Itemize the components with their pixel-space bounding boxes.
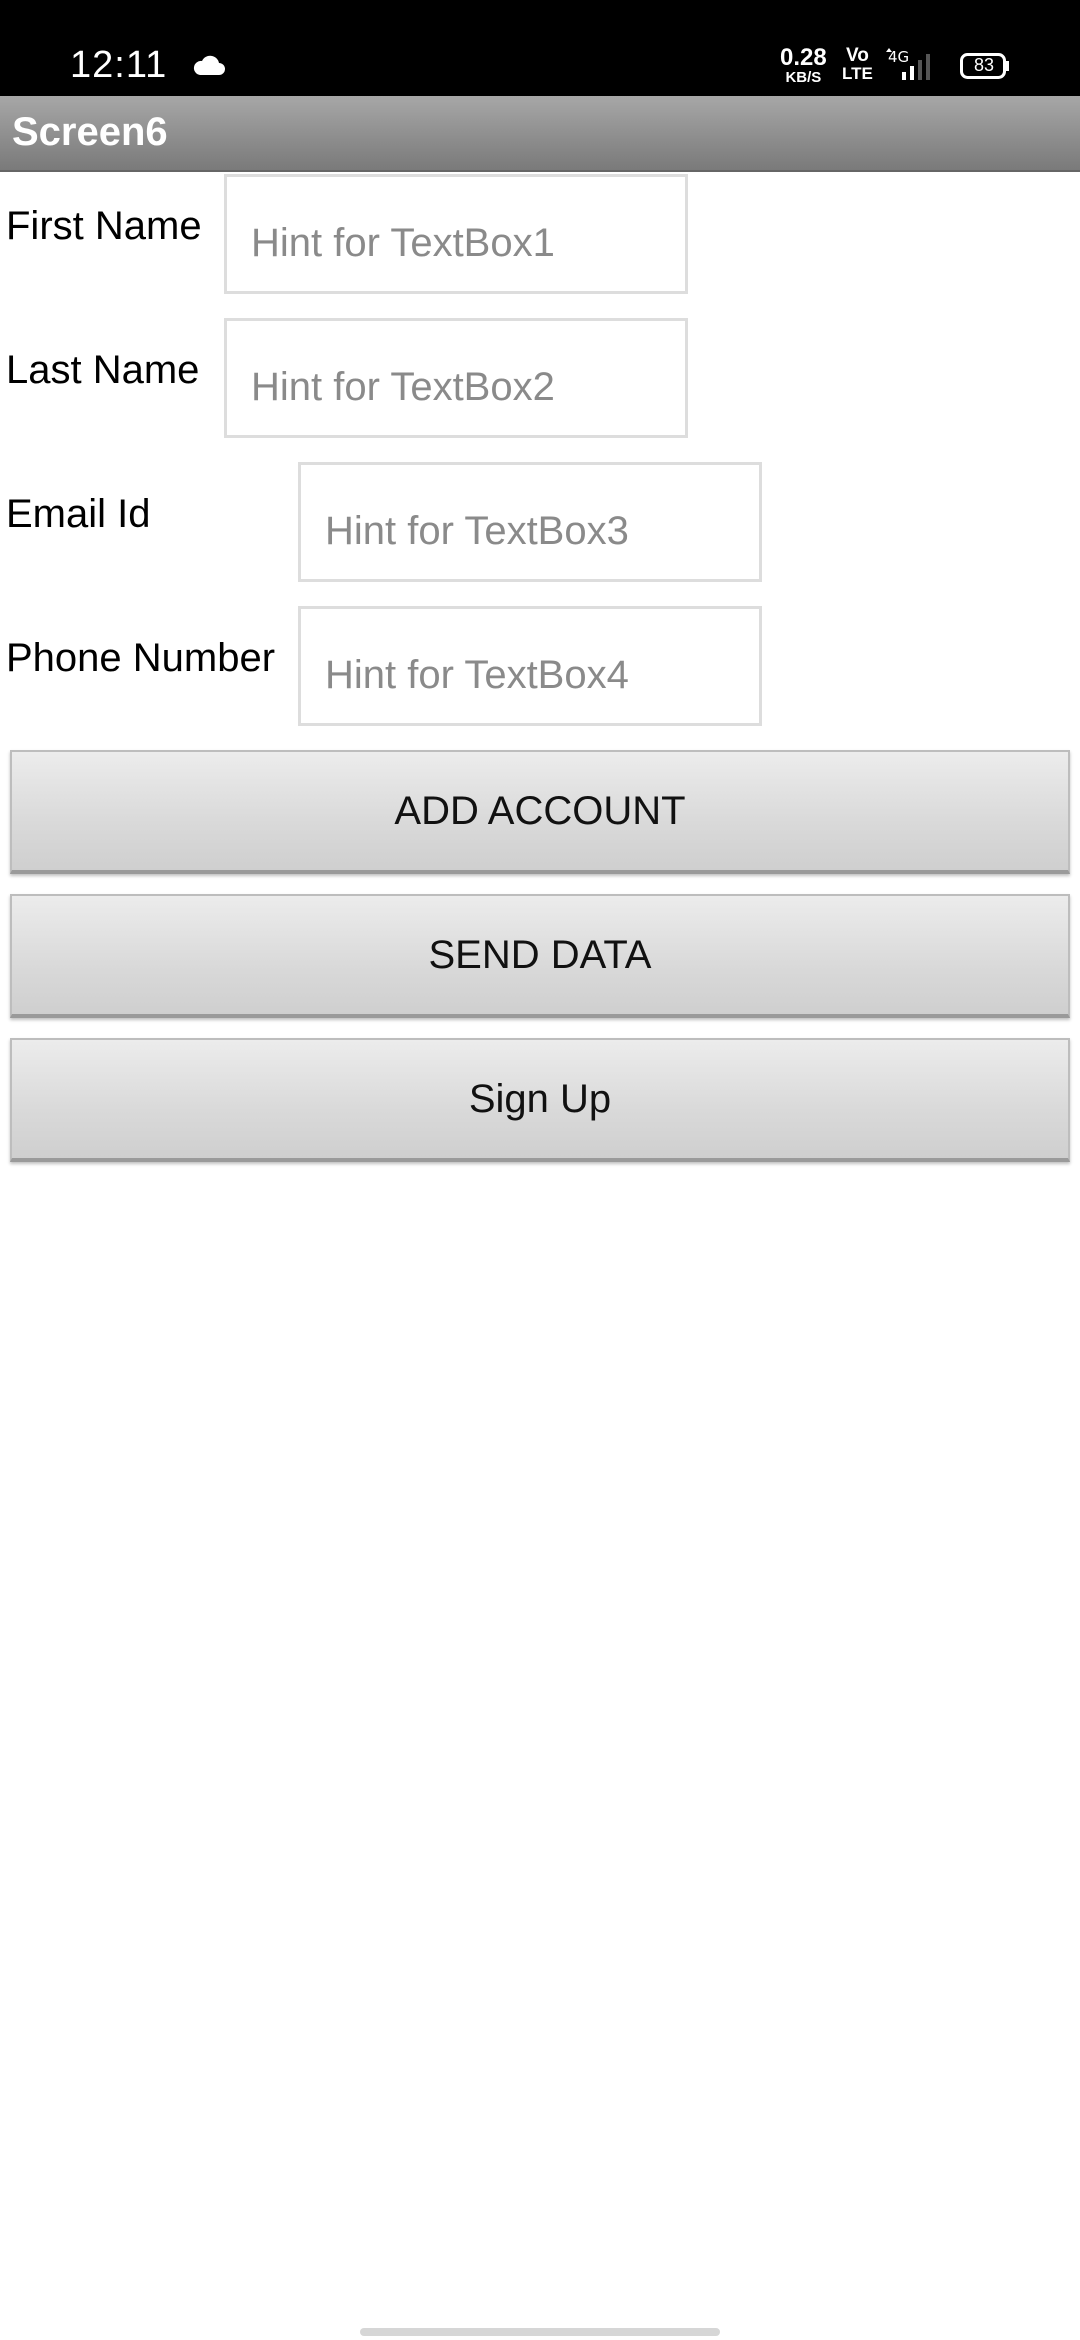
battery-level: 83 xyxy=(973,55,995,75)
first-name-label: First Name xyxy=(6,204,202,248)
phone-number-field[interactable] xyxy=(298,606,762,726)
screen-title: Screen6 xyxy=(12,110,168,154)
last-name-label: Last Name xyxy=(6,348,200,392)
network-speed-unit: KB/S xyxy=(785,69,822,86)
last-name-field[interactable] xyxy=(224,318,688,438)
send-data-button[interactable]: SEND DATA xyxy=(10,894,1070,1018)
phone-number-label: Phone Number xyxy=(6,636,276,680)
volte-top: Vo xyxy=(845,45,869,66)
volte-bottom: LTE xyxy=(842,64,873,83)
network-speed-value: 0.28 xyxy=(780,44,827,71)
network-type-label: 4G xyxy=(888,48,909,66)
status-bar: 12:11 0.28 KB/S Vo LTE 4G 83 xyxy=(0,0,1080,96)
signal-icon: 4G xyxy=(886,48,930,80)
sign-up-button[interactable]: Sign Up xyxy=(10,1038,1070,1162)
first-name-field[interactable] xyxy=(224,174,688,294)
status-time: 12:11 xyxy=(70,44,168,86)
add-account-button[interactable]: ADD ACCOUNT xyxy=(10,750,1070,874)
cloud-icon xyxy=(193,55,225,75)
volte-indicator: Vo LTE xyxy=(842,46,873,82)
network-speed: 0.28 KB/S xyxy=(780,44,827,86)
home-indicator[interactable] xyxy=(360,2328,720,2336)
email-label: Email Id xyxy=(6,492,151,536)
email-field[interactable] xyxy=(298,462,762,582)
title-bar: Screen6 xyxy=(0,96,1080,172)
